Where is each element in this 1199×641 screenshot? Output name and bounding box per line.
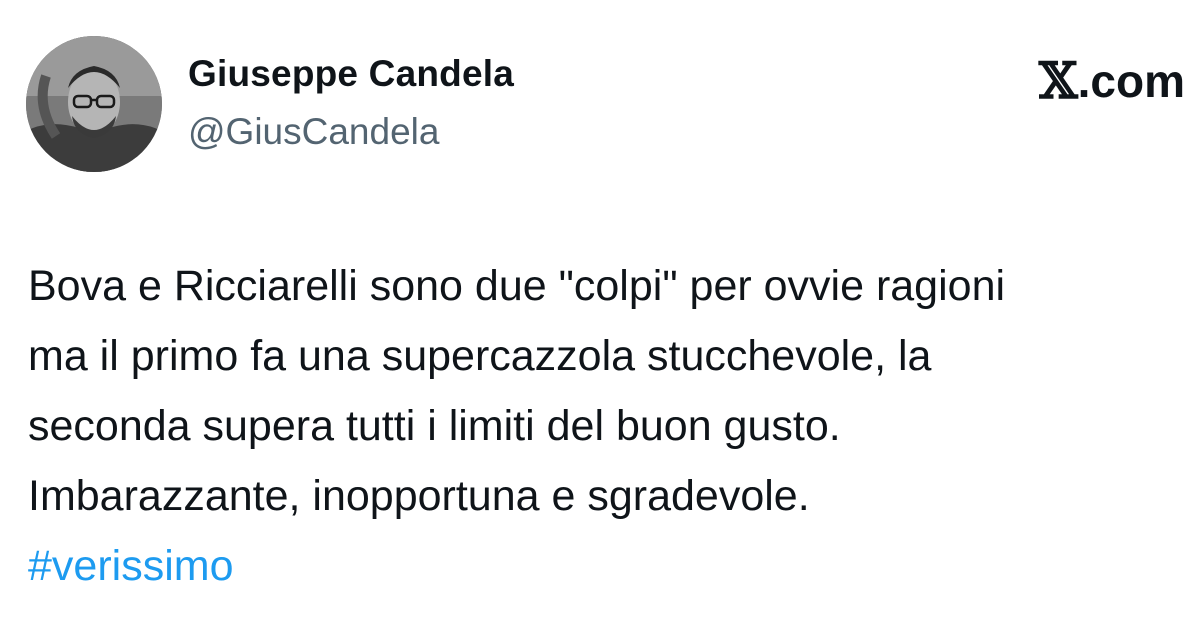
avatar-photo [26,36,162,172]
author-name[interactable]: Giuseppe Candela [188,52,514,96]
tweet-line: Bova e Ricciarelli sono due "colpi" per … [28,262,1006,310]
x-logo-icon: 𝕏 [1038,51,1078,110]
tweet-line: Imbarazzante, inopportuna e sgradevole. [28,472,810,520]
tweet-line: seconda supera tutti i limiti del buon g… [28,402,841,450]
brand-domain: .com [1077,55,1185,107]
hashtag-link[interactable]: #verissimo [28,531,1193,601]
tweet-line: ma il primo fa una supercazzola stucchev… [28,332,932,380]
author-handle[interactable]: @GiusCandela [188,110,439,154]
avatar[interactable] [26,36,162,172]
brand-watermark: 𝕏 .com [1038,51,1185,110]
tweet-text: Bova e Ricciarelli sono due "colpi" per … [28,251,1193,601]
